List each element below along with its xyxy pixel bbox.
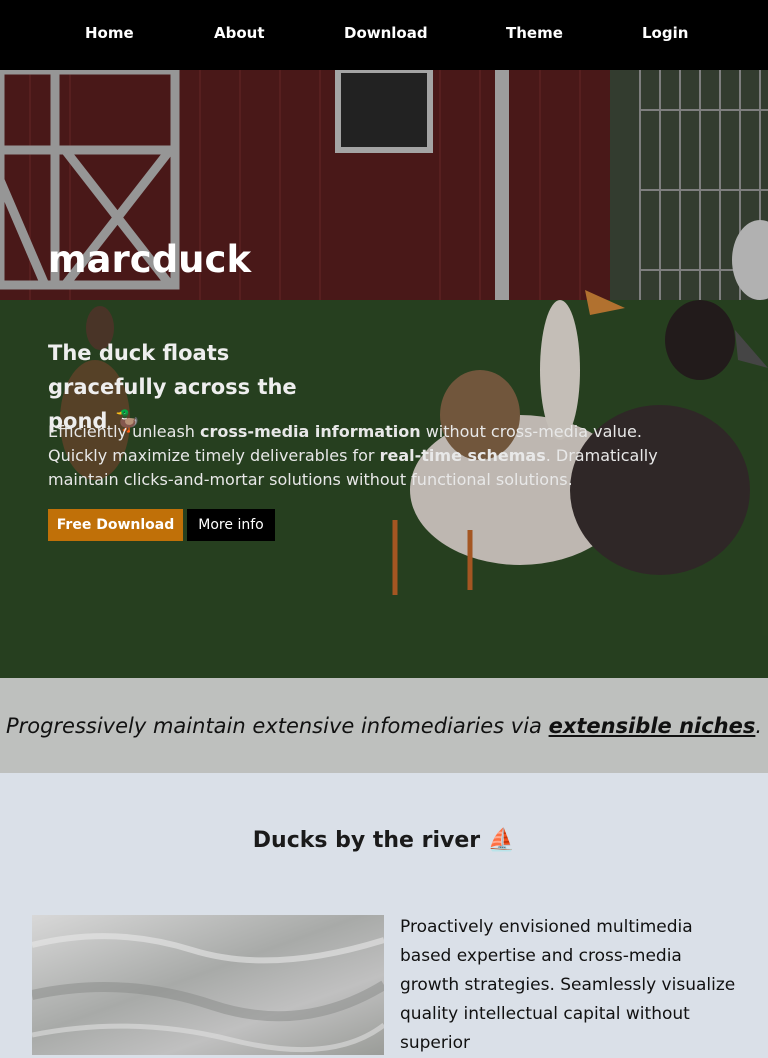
hero-section: marcduck The duck floats gracefully acro… bbox=[0, 70, 768, 678]
quote-text: Progressively maintain extensive infomed… bbox=[6, 714, 762, 738]
river-section: Ducks by the river ⛵ Proactively envisio… bbox=[0, 773, 768, 1055]
hero-body-text: Efficiently unleash bbox=[48, 422, 201, 441]
river-heading: Ducks by the river ⛵ bbox=[252, 828, 516, 853]
quote-link[interactable]: extensible niches bbox=[549, 714, 756, 738]
hero-body: Efficiently unleash cross-media informat… bbox=[48, 420, 698, 492]
quote-banner: Progressively maintain extensive infomed… bbox=[0, 678, 768, 773]
free-download-button[interactable]: Free Download bbox=[48, 509, 183, 541]
nav-about[interactable]: About bbox=[214, 24, 265, 42]
hero-title: marcduck bbox=[48, 238, 252, 281]
river-body: Proactively envisioned multimedia based … bbox=[400, 917, 736, 1053]
nav-home[interactable]: Home bbox=[85, 24, 134, 42]
top-nav: Home About Download Theme Login bbox=[0, 0, 768, 70]
hero-body-bold: real-time schemas bbox=[379, 446, 546, 465]
river-image bbox=[32, 915, 384, 1055]
river-water-image bbox=[32, 933, 384, 1053]
nav-theme[interactable]: Theme bbox=[506, 24, 563, 42]
hero-body-bold: cross-media information bbox=[200, 422, 421, 441]
nav-download[interactable]: Download bbox=[344, 24, 428, 42]
hero-buttons: Free Download More info bbox=[48, 509, 275, 541]
quote-suffix: . bbox=[755, 713, 763, 738]
nav-login[interactable]: Login bbox=[642, 24, 688, 42]
quote-prefix: Progressively maintain extensive infomed… bbox=[5, 713, 549, 738]
more-info-button[interactable]: More info bbox=[187, 509, 275, 541]
